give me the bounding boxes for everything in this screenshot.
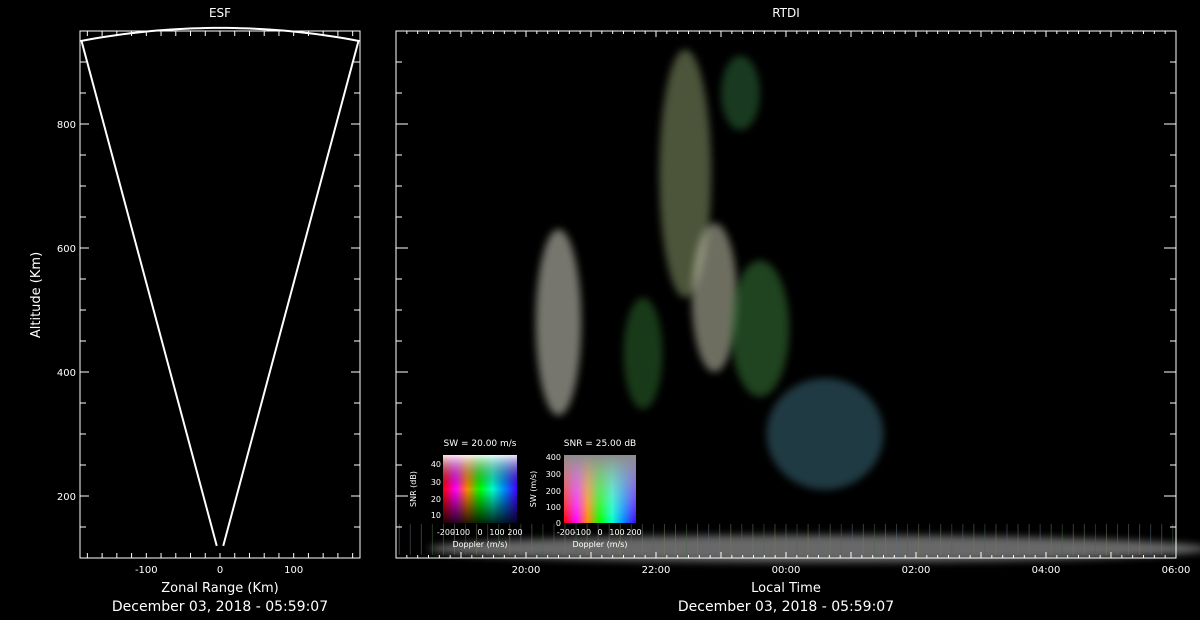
esf-y-tick-label: 400 xyxy=(57,368,76,379)
legend-snr-doppler-ytick: 40 xyxy=(431,460,441,469)
legend-snr-doppler-title: SW = 20.00 m/s xyxy=(444,439,517,449)
esf-panel: ESF 200400600800 -100 0 100 Altitude (Km) … xyxy=(29,6,361,615)
esf-y-tick-label: 800 xyxy=(57,120,76,131)
legend-sw-doppler-title: SNR = 25.00 dB xyxy=(564,439,636,449)
legend-snr-doppler-ylabel: SNR (dB) xyxy=(409,471,418,507)
rtdi-x-tick-label: 00:00 xyxy=(772,565,801,576)
rtdi-echo-plume-f xyxy=(721,55,760,131)
esf-x-axis-label: Zonal Range (Km) xyxy=(161,581,278,596)
rtdi-title: RTDI xyxy=(772,6,800,20)
rtdi-x-tick-label: 22:00 xyxy=(642,565,671,576)
esf-y-tick-label: 600 xyxy=(57,244,76,255)
esf-y-tick-label: 200 xyxy=(57,492,76,503)
legend-sw-doppler-xlabel: Doppler (m/s) xyxy=(572,540,627,549)
esf-x-tick-labels: -100 0 100 xyxy=(135,565,303,576)
legend-snr-doppler-ytick: 10 xyxy=(431,511,441,520)
legend-sw-doppler-xtick: -100 xyxy=(573,528,591,537)
legend-sw-doppler-xtick: 100 xyxy=(609,528,624,537)
legend-sw-doppler-shade xyxy=(564,455,636,523)
esf-title: ESF xyxy=(209,6,231,20)
figure: ESF 200400600800 -100 0 100 Altitude (Km) … xyxy=(29,6,1200,615)
rtdi-echo-plume-c xyxy=(691,223,738,372)
legend-snr-doppler-xtick: -100 xyxy=(452,528,470,537)
legend-sw-doppler-ytick: 100 xyxy=(546,503,561,512)
legend-sw-doppler-ytick: 400 xyxy=(546,453,561,462)
legend-snr-doppler-xlabel: Doppler (m/s) xyxy=(452,540,507,549)
legend-snr-doppler-xtick: 0 xyxy=(477,528,482,537)
rtdi-panel: RTDI 20:00 22:00 00:00 02:00 04:00 06:00 Loca… xyxy=(395,6,1200,615)
rtdi-x-tick-label: 02:00 xyxy=(902,565,931,576)
esf-plot-frame xyxy=(79,30,361,559)
rtdi-x-axis-label: Local Time xyxy=(751,581,821,596)
rtdi-echo-plume-e xyxy=(623,297,663,410)
esf-x-tick-label: 100 xyxy=(284,565,303,576)
esf-y-tick-labels: 200 400 600 800 xyxy=(57,120,76,503)
rtdi-x-tick-label: 20:00 xyxy=(512,565,541,576)
esf-x-tick-label: -100 xyxy=(135,565,158,576)
legend-sw-doppler-ytick: 0 xyxy=(556,519,561,528)
esf-y-axis-label: Altitude (Km) xyxy=(29,252,44,338)
rtdi-echo-trail xyxy=(766,378,884,490)
legend-sw-doppler-xtick: 200 xyxy=(626,528,641,537)
legend-snr-doppler-shade xyxy=(443,455,517,523)
rtdi-x-tick-label: 06:00 xyxy=(1162,565,1191,576)
legend-sw-doppler-ytick: 300 xyxy=(546,470,561,479)
rtdi-x-tick-label: 04:00 xyxy=(1032,565,1061,576)
esf-x-tick-label: 0 xyxy=(217,565,223,576)
legend-snr-doppler-ytick: 30 xyxy=(431,478,441,487)
legend-sw-doppler-xtick: 0 xyxy=(597,528,602,537)
legend-snr-doppler-xtick: 100 xyxy=(489,528,504,537)
rtdi-echo-plume-d xyxy=(730,260,790,397)
legend-sw-doppler-ytick: 200 xyxy=(546,487,561,496)
esf-footer-date: December 03, 2018 - 05:59:07 xyxy=(112,599,328,615)
legend-sw-doppler-ylabel: SW (m/s) xyxy=(529,471,538,507)
legend-snr-doppler-ytick: 20 xyxy=(431,495,441,504)
rtdi-x-tick-labels: 20:00 22:00 00:00 02:00 04:00 06:00 xyxy=(512,565,1191,576)
rtdi-echo-plume-a xyxy=(535,229,582,416)
legend-snr-doppler-xtick: 200 xyxy=(507,528,522,537)
rtdi-footer-date: December 03, 2018 - 05:59:07 xyxy=(678,599,894,615)
